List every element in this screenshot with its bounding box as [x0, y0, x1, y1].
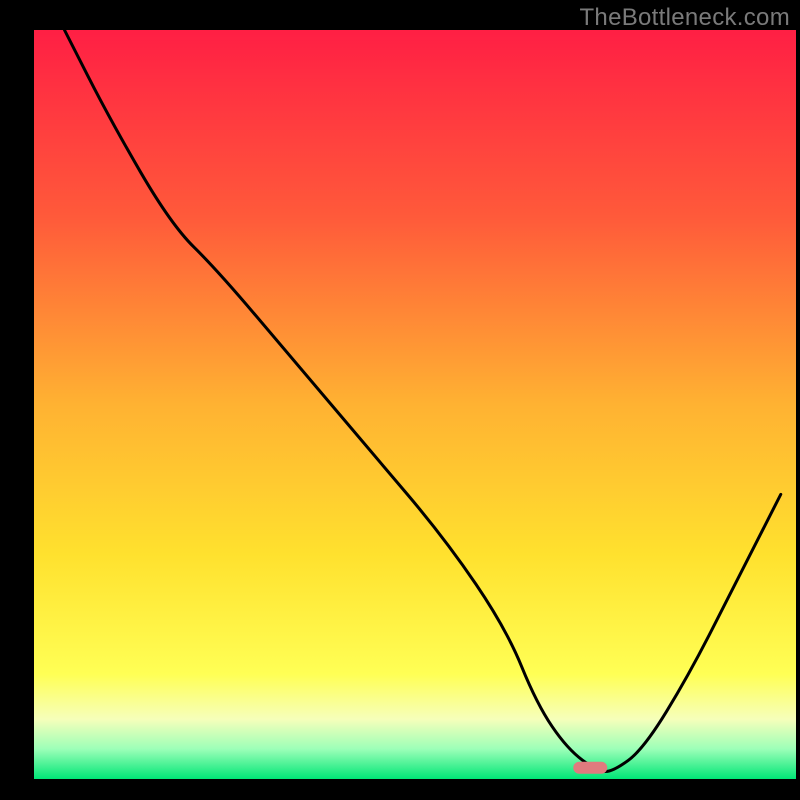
- plot-gradient: [34, 30, 796, 779]
- watermark-text: TheBottleneck.com: [579, 4, 790, 32]
- optimal-marker: [573, 762, 607, 774]
- chart-canvas: [0, 0, 800, 800]
